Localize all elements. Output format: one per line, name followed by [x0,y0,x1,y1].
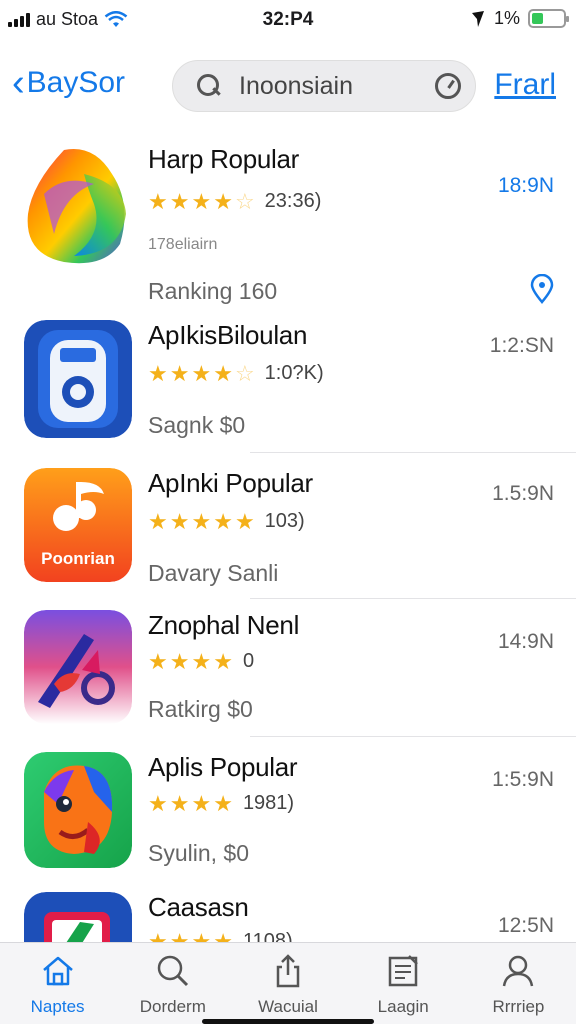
app-icon-face [24,752,132,868]
tab-home[interactable]: Naptes [0,943,115,1024]
star-icon: ★ [191,648,212,674]
location-arrow-icon [471,10,484,27]
star-icon: ★ [169,648,190,674]
star-outline-icon: ☆ [234,360,255,386]
tab-share[interactable]: Wacuial [230,943,345,1024]
share-icon [268,951,308,991]
star-icon: ★ [169,508,190,534]
app-name: Harp Ropular [148,144,300,174]
rating-count: 103) [264,510,305,532]
star-icon: ★ [169,188,190,214]
app-info: Sagnk $0 [148,412,246,438]
app-name: Znophal Nenl [148,610,300,640]
app-icon-colorful [24,144,132,268]
star-icon: ★ [213,508,233,534]
star-rating: ★ ★ ★ ★ ☆ 23:36) [148,190,321,213]
battery-percent: 1% [493,8,520,28]
app-name: Aplis Popular [148,752,298,782]
list-item[interactable]: ApIkisBiloulan ★ ★ ★ ★ ☆ 1:0?K) Sagnk $0… [0,320,576,453]
star-icon: ★ [191,360,212,386]
back-button[interactable]: ‹ BaySor [12,64,125,102]
app-info: Davary Sanli [148,560,279,586]
search-icon [153,951,193,991]
search-bar[interactable] [172,60,476,112]
tab-label: Rrrriep [492,997,545,1016]
star-icon: ★ [191,508,212,534]
star-icon: ★ [148,508,168,534]
tab-bar: Naptes Dorderm Wacuial Laagin Rrrriep [0,942,576,1024]
history-icon[interactable] [435,73,461,99]
rating-count: 1:0?K) [264,362,324,384]
star-rating: ★ ★ ★ ★ ★ 103) [148,510,305,533]
divider [250,598,576,599]
tab-label: Laagin [377,997,429,1016]
navigation-bar: ‹ BaySor Frarl [0,56,576,118]
tab-search[interactable]: Dorderm [115,943,230,1024]
app-subtitle: 178eliairn [148,236,218,253]
app-icon-label: Poonrian [41,549,115,568]
home-icon [38,951,78,991]
app-info: Ratkirg $0 [148,696,253,722]
divider [250,452,576,453]
battery-icon [528,9,569,28]
back-label: BaySor [26,66,126,99]
list-item[interactable]: Aplis Popular ★ ★ ★ ★ 1981) Syulin, $0 1… [0,752,576,882]
rating-count: 0 [242,650,255,672]
star-rating: ★ ★ ★ ★ 0 [148,650,254,673]
tab-label: Wacuial [258,997,318,1016]
document-icon [383,951,423,991]
list-item[interactable]: Znophal Nenl ★ ★ ★ ★ 0 Ratkirg $0 14:9N [0,610,576,740]
star-icon: ★ [191,188,212,214]
search-icon [195,72,223,100]
tab-profile[interactable]: Rrrriep [461,943,576,1024]
star-icon: ★ [148,648,168,674]
list-item[interactable]: Harp Ropular ★ ★ ★ ★ ☆ 23:36) 178eliairn… [0,144,576,314]
app-name: ApInki Popular [148,468,313,498]
search-input[interactable] [239,71,419,101]
star-rating: ★ ★ ★ ★ ☆ 1:0?K) [148,362,324,385]
person-icon [498,951,538,991]
app-time: 1.5:9N [492,482,554,505]
app-info: Ranking 160 [148,278,278,304]
status-bar: au Stoa 32:P4 1% [0,0,576,40]
nav-right-button[interactable]: Frarl [494,68,556,102]
star-icon: ★ [213,360,233,386]
star-icon: ★ [148,188,168,214]
status-right: 1% [470,8,569,29]
tab-document[interactable]: Laagin [346,943,461,1024]
app-time: 12:5N [497,914,554,937]
app-name: ApIkisBiloulan [148,320,308,350]
app-icon-music-note: Poonrian [24,468,132,582]
app-icon-music-pen [24,610,132,724]
star-icon: ★ [148,360,168,386]
chevron-left-icon: ‹ [12,62,25,104]
star-icon: ★ [191,790,212,816]
location-pin-icon[interactable] [530,274,554,304]
star-icon: ★ [234,508,255,534]
app-time: 14:9N [497,630,554,653]
divider [250,736,576,737]
app-info: Syulin, $0 [148,840,250,866]
home-indicator [202,1019,374,1024]
tab-label: Dorderm [139,997,206,1016]
rating-count: 23:36) [264,190,322,212]
app-time: 18:9N [497,174,554,197]
star-rating: ★ ★ ★ ★ 1981) [148,792,294,815]
star-icon: ★ [169,790,190,816]
list-item[interactable]: Poonrian ApInki Popular ★ ★ ★ ★ ★ 103) D… [0,468,576,599]
tab-label: Naptes [30,997,85,1016]
star-icon: ★ [148,790,168,816]
app-time: 1:5:9N [492,768,554,791]
star-icon: ★ [213,790,233,816]
star-icon: ★ [213,188,233,214]
star-icon: ★ [213,648,233,674]
app-time: 1:2:SN [489,334,554,357]
app-name: Caasasn [148,892,249,922]
rating-count: 1981) [242,792,295,814]
app-icon-music-player [24,320,132,438]
star-outline-icon: ☆ [234,188,255,214]
star-icon: ★ [169,360,190,386]
